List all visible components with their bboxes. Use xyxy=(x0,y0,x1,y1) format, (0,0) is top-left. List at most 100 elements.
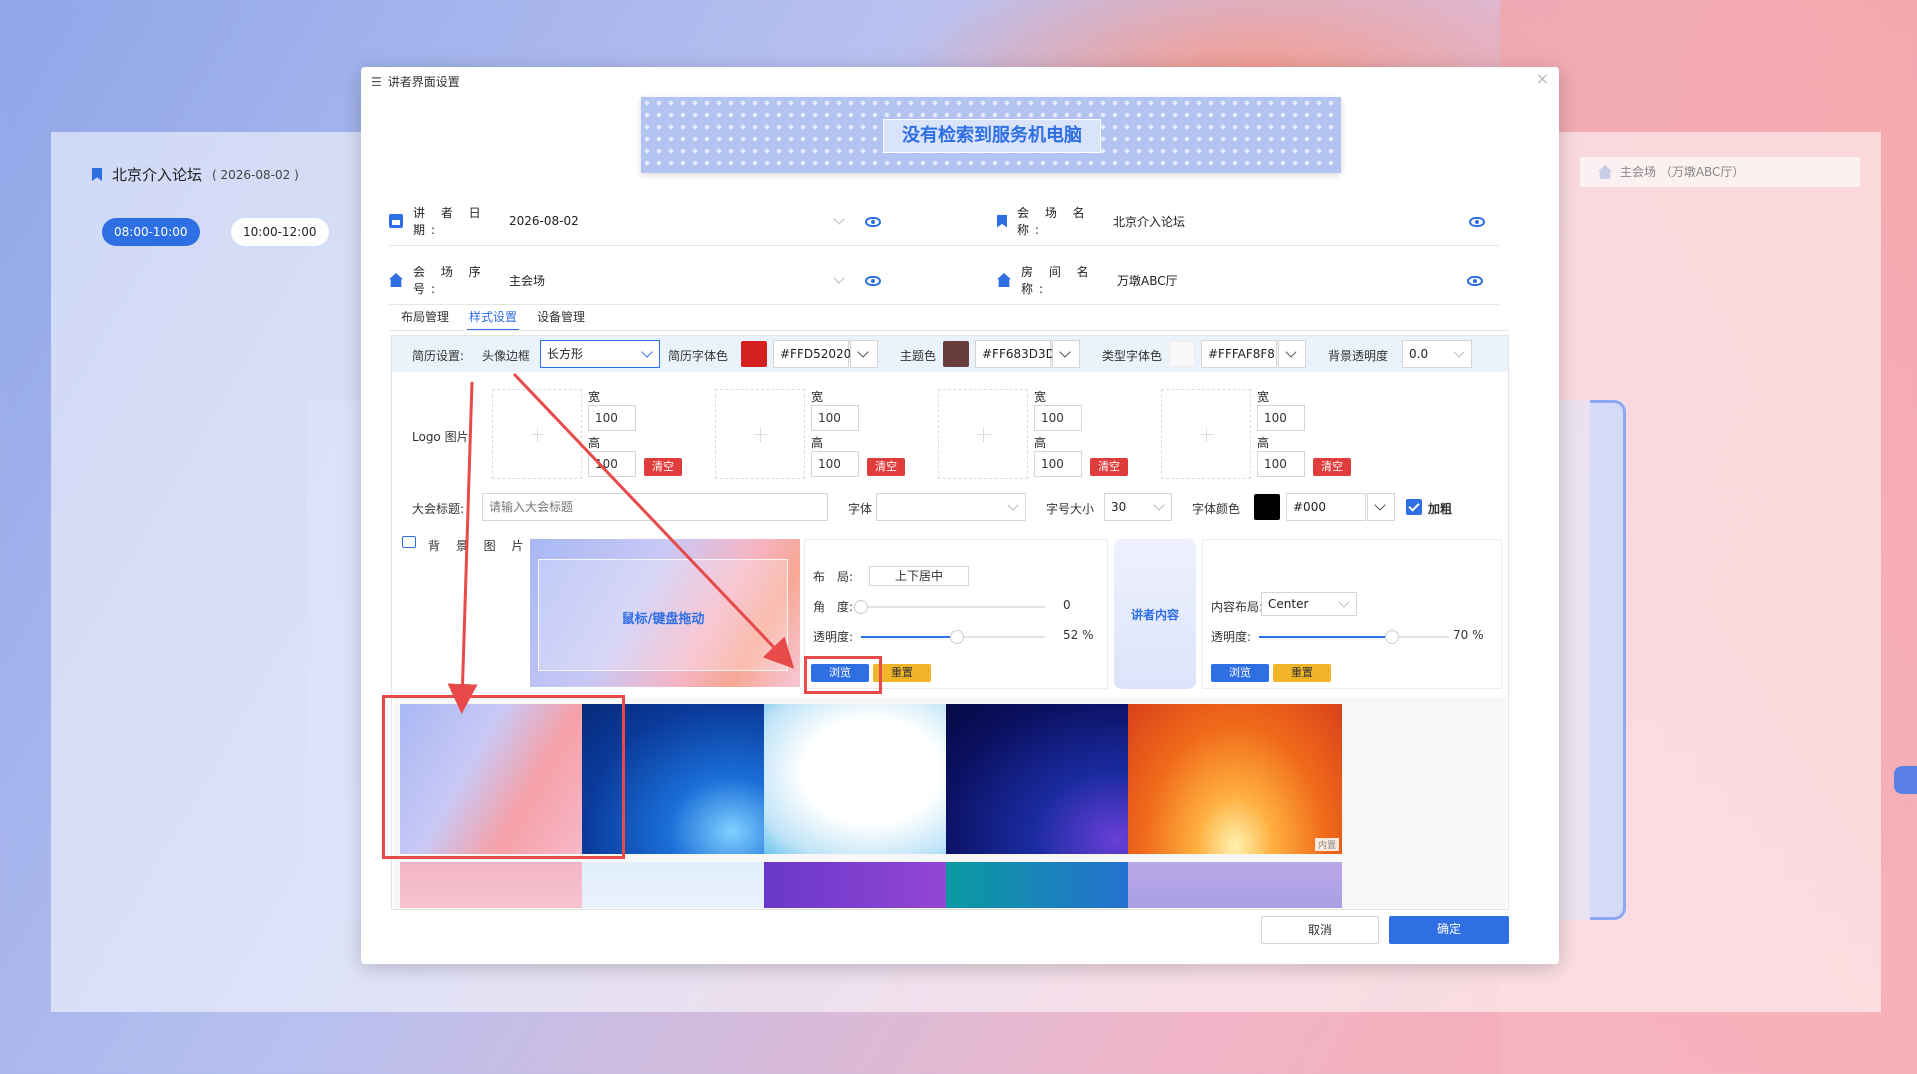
content-card-edge xyxy=(1590,400,1626,920)
avatar-border-label: 头像边框 xyxy=(482,349,531,363)
theme-color-swatch[interactable] xyxy=(943,341,969,367)
logo-2-width-input[interactable]: 100 xyxy=(811,405,859,431)
angle-slider[interactable] xyxy=(854,600,1045,614)
font-color-swatch[interactable] xyxy=(1254,494,1280,520)
resume-font-color-dropdown[interactable] xyxy=(850,340,878,368)
type-font-color-swatch[interactable] xyxy=(1169,341,1195,367)
chevron-down-icon xyxy=(641,346,653,358)
logo-1-height-input[interactable]: 100 xyxy=(588,451,636,477)
eye-icon[interactable] xyxy=(1467,276,1483,286)
logo-3-width-input[interactable]: 100 xyxy=(1034,405,1082,431)
logo-4-width-input[interactable]: 100 xyxy=(1257,405,1305,431)
background-thumbnail[interactable]: 内置 xyxy=(1128,704,1342,854)
background-preview-frame: 鼠标/键盘拖动 xyxy=(538,559,788,671)
dialog-title-text: 讲者界面设置 xyxy=(387,75,460,89)
confirm-button[interactable]: 确定 xyxy=(1389,916,1509,944)
dialog-title: ☰ 讲者界面设置 xyxy=(371,73,460,90)
resume-font-color-input[interactable]: #FFD52020 xyxy=(773,340,851,368)
cancel-button[interactable]: 取消 xyxy=(1261,916,1379,944)
time-slot-1[interactable]: 08:00-10:00 xyxy=(102,218,200,246)
speaker-opacity-label: 透明度: xyxy=(1211,630,1252,644)
avatar-border-value: 长方形 xyxy=(547,347,584,361)
speaker-date-value[interactable]: 2026-08-02 xyxy=(509,214,579,228)
chevron-down-icon xyxy=(1453,346,1465,358)
layout-select[interactable]: 上下居中 xyxy=(869,566,969,586)
eye-icon[interactable] xyxy=(865,217,881,227)
logo-4-height-input[interactable]: 100 xyxy=(1257,451,1305,477)
logo-upload-4[interactable] xyxy=(1161,389,1251,479)
theme-color-input[interactable]: #FF683D3D xyxy=(975,340,1055,368)
font-size-label: 字号大小 xyxy=(1046,502,1095,516)
logo-2-clear-button[interactable]: 清空 xyxy=(867,458,905,476)
slider-handle[interactable] xyxy=(1385,630,1399,644)
speaker-reset-button[interactable]: 重置 xyxy=(1273,664,1331,682)
slider-handle[interactable] xyxy=(949,630,964,644)
venue-chip[interactable]: 主会场 （万墩ABC厅） xyxy=(1580,157,1860,187)
logo-3-clear-button[interactable]: 清空 xyxy=(1090,458,1128,476)
forum-date: ( 2026-08-02 ) xyxy=(212,167,299,182)
venue-no-value[interactable]: 主会场 xyxy=(509,272,545,289)
logo-3-height-input[interactable]: 100 xyxy=(1034,451,1082,477)
bold-checkbox[interactable] xyxy=(1406,499,1422,515)
logo-1-clear-button[interactable]: 清空 xyxy=(644,458,682,476)
chevron-down-icon xyxy=(1007,499,1019,511)
font-size-select[interactable]: 30 xyxy=(1104,493,1172,521)
logo-height-label: 高 xyxy=(588,436,601,450)
resume-font-color-swatch[interactable] xyxy=(741,341,767,367)
type-font-color-dropdown[interactable] xyxy=(1278,340,1306,368)
tab-device[interactable]: 设备管理 xyxy=(535,308,587,331)
tab-layout[interactable]: 布局管理 xyxy=(399,308,451,331)
conference-title-label: 大会标题: xyxy=(412,502,465,516)
type-font-color-label: 类型字体色 xyxy=(1102,349,1163,363)
speaker-browse-button[interactable]: 浏览 xyxy=(1211,664,1269,682)
eye-icon[interactable] xyxy=(865,276,881,286)
font-select[interactable] xyxy=(876,493,1026,521)
bookmark-icon xyxy=(92,168,102,181)
theme-color-label: 主题色 xyxy=(900,349,937,363)
home-icon xyxy=(389,273,403,287)
slider-handle[interactable] xyxy=(854,600,868,614)
chevron-down-icon[interactable] xyxy=(833,272,845,284)
background-image-label: 背 景 图 片: xyxy=(428,539,540,553)
resume-settings-label: 简历设置: xyxy=(412,349,465,363)
logo-width-label: 宽 xyxy=(588,390,601,404)
opacity-slider[interactable] xyxy=(861,630,1045,644)
content-layout-value: Center xyxy=(1268,597,1309,611)
side-monitor-button[interactable] xyxy=(1894,766,1917,794)
logo-upload-3[interactable] xyxy=(938,389,1028,479)
opacity-label: 透明度: xyxy=(813,630,854,644)
eye-icon[interactable] xyxy=(1469,217,1485,227)
tab-style[interactable]: 样式设置 xyxy=(467,308,520,331)
settings-sliders-icon: ☰ xyxy=(371,74,382,89)
font-color-dropdown[interactable] xyxy=(1367,493,1395,521)
forum-title-text: 北京介入论坛 xyxy=(112,166,203,184)
chevron-down-icon xyxy=(1153,499,1165,511)
background-thumbnail[interactable] xyxy=(1128,862,1342,908)
avatar-border-select[interactable]: 长方形 xyxy=(540,340,660,368)
close-icon[interactable]: × xyxy=(1536,69,1549,88)
logo-4-clear-button[interactable]: 清空 xyxy=(1313,458,1351,476)
annotation-highlight-browse xyxy=(804,656,882,694)
slider-fill xyxy=(861,636,957,638)
type-font-color-input[interactable]: #FFFAF8F8 xyxy=(1201,340,1277,368)
content-layout-select[interactable]: Center xyxy=(1261,592,1357,616)
theme-color-dropdown[interactable] xyxy=(1052,340,1080,368)
speaker-opacity-slider[interactable] xyxy=(1259,630,1449,644)
bg-opacity-select[interactable]: 0.0 xyxy=(1402,340,1472,368)
chevron-down-icon[interactable] xyxy=(833,213,845,225)
font-color-label: 字体颜色 xyxy=(1192,502,1241,516)
time-slot-2[interactable]: 10:00-12:00 xyxy=(231,218,329,246)
logo-upload-1[interactable] xyxy=(492,389,582,479)
logo-1-width-input[interactable]: 100 xyxy=(588,405,636,431)
font-color-input[interactable]: #000 xyxy=(1286,493,1366,521)
logo-height-label: 高 xyxy=(811,436,824,450)
conference-title-input[interactable] xyxy=(482,493,828,521)
bg-opacity-label: 背景透明度 xyxy=(1328,349,1389,363)
logo-2-height-input[interactable]: 100 xyxy=(811,451,859,477)
home-icon xyxy=(1598,165,1612,179)
logo-upload-2[interactable] xyxy=(715,389,805,479)
speaker-content-label: 讲者内容 xyxy=(1130,608,1179,622)
speaker-date-label: 讲 者 日 期: xyxy=(413,206,487,237)
speaker-content-preview[interactable]: 讲者内容 xyxy=(1114,539,1196,689)
background-preview[interactable]: 鼠标/键盘拖动 xyxy=(530,539,800,687)
